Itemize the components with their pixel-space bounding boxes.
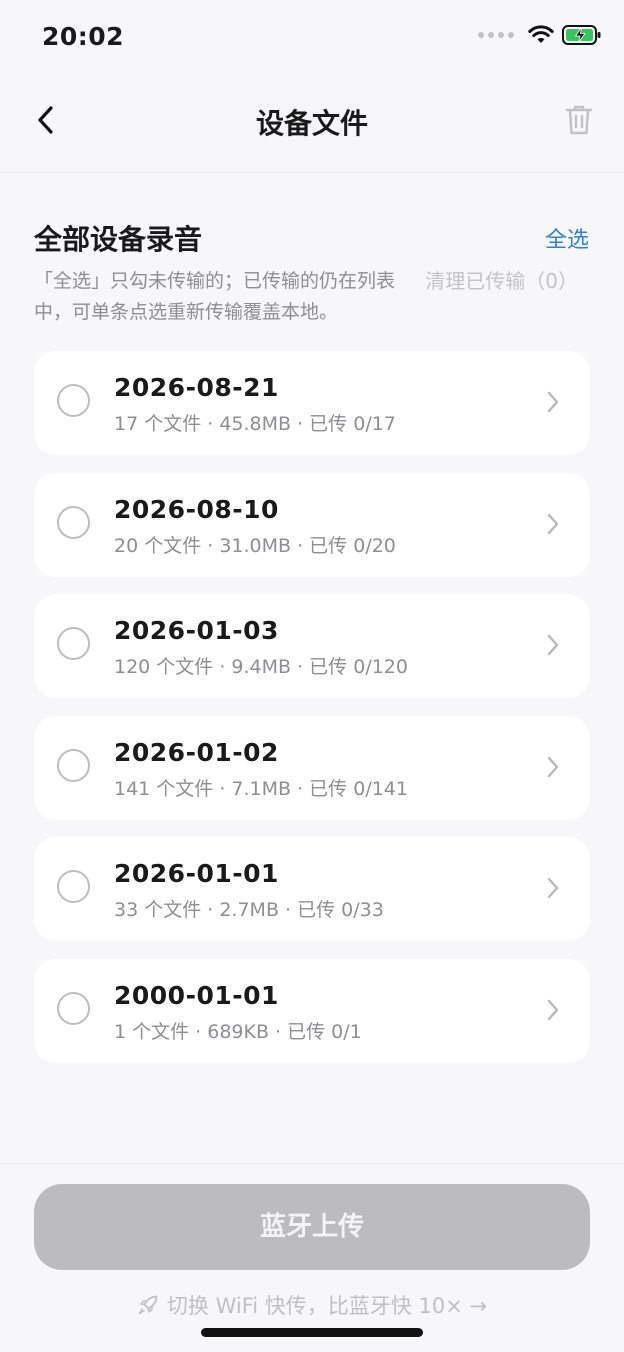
home-indicator: [201, 1328, 423, 1337]
wifi-fast-transfer-text: 切换 WiFi 快传，比蓝牙快 10× →: [166, 1294, 488, 1318]
chevron-right-icon: [547, 999, 559, 1020]
chevron-right-icon: [547, 634, 559, 656]
group-meta: 17 个文件 · 45.8MB · 已传 0/17: [114, 413, 396, 435]
status-time: 20:02: [42, 22, 125, 51]
chevron-right-icon: [547, 877, 559, 899]
group-meta: 1 个文件 · 689KB · 已传 0/1: [114, 1020, 362, 1043]
select-checkbox[interactable]: [57, 748, 90, 782]
delete-button[interactable]: [562, 100, 596, 140]
clear-transferred-button[interactable]: 清理已传输（0）: [425, 266, 578, 297]
bluetooth-upload-button[interactable]: 蓝牙上传: [34, 1184, 590, 1270]
select-checkbox[interactable]: [57, 870, 90, 903]
section-title: 全部设备录音: [34, 223, 203, 256]
chevron-right-icon: [547, 391, 559, 413]
status-icons: [478, 24, 602, 46]
group-meta: 120 个文件 · 9.4MB · 已传 0/120: [114, 656, 408, 678]
recording-group-card[interactable]: 2026-08-10 20 个文件 · 31.0MB · 已传 0/20: [34, 472, 590, 577]
group-date: 2026-01-03: [114, 616, 279, 645]
trash-icon: [565, 105, 593, 135]
hint-text: 「全选」只勾未传输的；已传输的仍在列表中，可单条点选重新传输覆盖本地。: [34, 270, 396, 323]
recording-group-card[interactable]: 2026-01-01 33 个文件 · 2.7MB · 已传 0/33: [34, 837, 590, 941]
group-date: 2000-01-01: [114, 980, 279, 1010]
select-checkbox[interactable]: [57, 384, 90, 417]
recording-group-card[interactable]: 2026-08-21 17 个文件 · 45.8MB · 已传 0/17: [34, 351, 590, 455]
group-meta: 141 个文件 · 7.1MB · 已传 0/141: [114, 777, 408, 800]
wifi-fast-transfer-link[interactable]: 切换 WiFi 快传，比蓝牙快 10× →: [0, 1290, 624, 1320]
chevron-right-icon: [547, 756, 559, 777]
select-checkbox[interactable]: [57, 991, 90, 1025]
select-all-button[interactable]: 全选: [545, 222, 589, 254]
group-date: 2026-01-02: [114, 737, 279, 767]
status-bar: 20:02: [0, 0, 624, 80]
select-checkbox[interactable]: [57, 627, 90, 660]
group-date: 2026-08-21: [114, 373, 279, 402]
select-checkbox[interactable]: [57, 505, 90, 539]
group-meta: 33 个文件 · 2.7MB · 已传 0/33: [114, 899, 384, 921]
bottom-action-area: 蓝牙上传 切换 WiFi 快传，比蓝牙快 10× →: [0, 1163, 624, 1352]
rocket-icon: [138, 1295, 158, 1315]
recording-group-list: 2026-08-21 17 个文件 · 45.8MB · 已传 0/17 202…: [34, 351, 590, 1080]
group-meta: 20 个文件 · 31.0MB · 已传 0/20: [114, 534, 396, 557]
nav-bar: 设备文件: [0, 80, 624, 173]
page-title: 设备文件: [255, 107, 368, 140]
wifi-icon: [528, 25, 554, 43]
battery-charging-icon: [562, 25, 601, 45]
recording-group-card[interactable]: 2026-01-03 120 个文件 · 9.4MB · 已传 0/120: [34, 594, 590, 698]
recording-group-card[interactable]: 2026-01-02 141 个文件 · 7.1MB · 已传 0/141: [34, 715, 590, 820]
signal-icon: [478, 32, 514, 38]
group-date: 2026-08-10: [114, 494, 279, 524]
group-date: 2026-01-01: [114, 859, 279, 888]
chevron-right-icon: [547, 513, 559, 534]
recording-group-card[interactable]: 2000-01-01 1 个文件 · 689KB · 已传 0/1: [34, 958, 590, 1063]
